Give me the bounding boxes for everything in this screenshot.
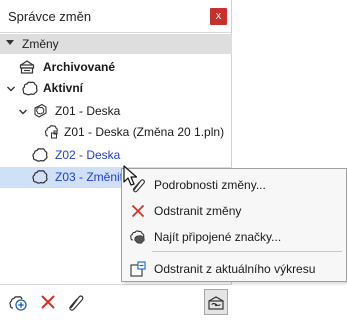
paperclip-pencil-icon[interactable] [64,291,86,313]
tree-item-z01[interactable]: Z01 - Deska [0,101,232,121]
remove-from-view-icon [130,261,146,277]
menu-item-remove-current[interactable]: Odstranit z aktuálního výkresu [122,257,346,279]
x-delete-icon [131,204,145,218]
section-header-changes[interactable]: Změny [0,34,232,54]
tree-item-label: Z01 - Deska [55,104,121,118]
linked-markers-icon [130,230,145,244]
chevron-down-icon[interactable] [6,83,16,95]
menu-item-find-marks[interactable]: Najít připojené značky... [122,225,346,247]
mouse-cursor-icon [123,165,138,186]
revision-cloud-icon [32,170,48,184]
panel-title: Správce změn [8,9,92,24]
tree-item-active[interactable]: Aktivní [0,78,232,98]
tree-item-label: Z03 - Změnit [55,170,124,184]
change-settings-icon [208,296,224,310]
menu-item-label: Podrobnosti změny... [154,178,266,192]
archive-box-icon [19,60,35,74]
new-change-icon[interactable] [7,291,29,313]
context-menu: Podrobnosti změny... Odstranit změny Naj… [121,168,347,282]
linked-change-icon [44,125,58,139]
tree-item-label: Z01 - Deska (Změna 20 1.pln) [64,125,225,139]
revision-cloud-icon [22,81,38,96]
menu-item-label: Najít připojené značky... [154,230,282,244]
close-button[interactable]: x [210,8,227,25]
tree-item-label: Aktivní [43,81,84,95]
tree-item-label: Z02 - Deska [55,148,121,162]
menu-item-label: Odstranit změny [154,204,242,218]
collapse-arrow-icon[interactable] [6,40,14,45]
section-label: Změny [22,37,59,51]
tree-item-z02[interactable]: Z02 - Deska [0,145,232,165]
panel-titlebar: Správce změn x [0,0,232,33]
layered-change-icon [34,103,47,118]
x-delete-icon[interactable] [37,291,59,313]
menu-separator [152,251,342,252]
tree-item-label: Archivované [43,60,116,74]
menu-item-details[interactable]: Podrobnosti změny... [122,173,346,195]
tree-item-archived[interactable]: Archivované [0,57,232,77]
chevron-down-icon[interactable] [18,106,28,118]
menu-item-label: Odstranit z aktuálního výkresu [154,262,316,276]
tree-item-z01-child[interactable]: Z01 - Deska (Změna 20 1.pln) [0,122,232,142]
menu-item-remove[interactable]: Odstranit změny [122,199,346,221]
panel-footer-toolbar [0,284,232,320]
revision-cloud-icon [32,148,48,162]
change-settings-button[interactable] [204,289,228,315]
